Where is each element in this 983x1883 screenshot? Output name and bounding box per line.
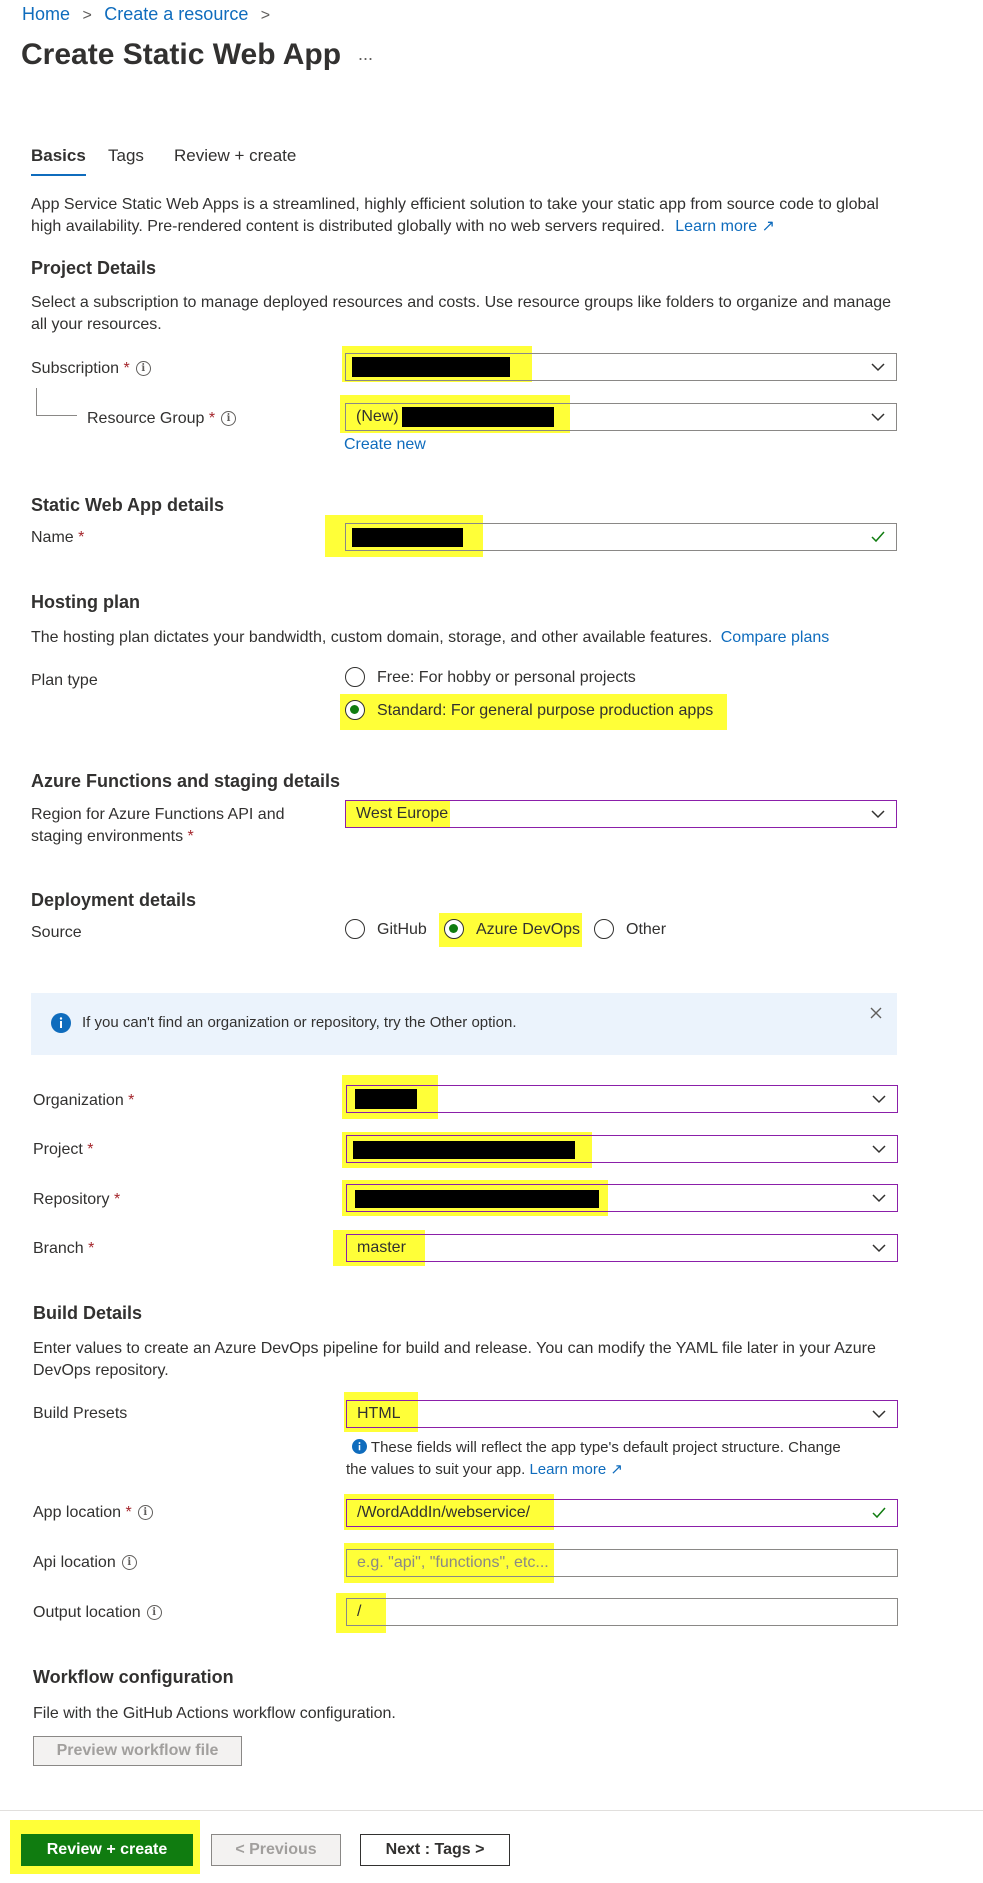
info-icon <box>352 1439 367 1454</box>
resource-group-dropdown[interactable]: (New) <box>345 403 897 431</box>
build-details-description: Enter values to create an Azure DevOps p… <box>33 1340 876 1379</box>
page-title: Create Static Web App <box>21 38 342 71</box>
breadcrumb-separator: > <box>260 7 271 24</box>
build-note: These fields will reflect the app type's… <box>346 1439 841 1478</box>
info-banner: If you can't find an organization or rep… <box>31 993 897 1055</box>
plan-free-radio[interactable] <box>345 667 365 687</box>
redacted-value <box>352 528 463 547</box>
previous-button[interactable]: < Previous <box>211 1834 341 1866</box>
redacted-value <box>352 357 510 377</box>
source-other-label[interactable]: Other <box>626 921 666 939</box>
learn-more-link[interactable]: Learn more ↗ <box>529 1461 622 1478</box>
output-location-label: Output location i <box>33 1604 162 1622</box>
chevron-down-icon <box>871 363 885 372</box>
check-icon <box>872 1507 886 1519</box>
workflow-heading: Workflow configuration <box>33 1667 234 1687</box>
project-dropdown[interactable] <box>346 1135 898 1163</box>
compare-plans-link[interactable]: Compare plans <box>721 629 830 646</box>
api-location-input[interactable]: e.g. "api", "functions", etc... <box>346 1549 898 1577</box>
preview-workflow-button[interactable]: Preview workflow file <box>33 1736 242 1766</box>
breadcrumb-separator: > <box>82 7 92 24</box>
name-label: Name * <box>31 529 85 546</box>
chevron-down-icon <box>872 1410 886 1419</box>
workflow-description: File with the GitHub Actions workflow co… <box>33 1705 396 1722</box>
breadcrumb-create-resource[interactable]: Create a resource <box>104 4 248 24</box>
app-location-label: App location * i <box>33 1504 153 1522</box>
chevron-down-icon <box>872 1244 886 1253</box>
source-azure-devops-radio[interactable] <box>444 919 464 939</box>
project-details-description: Select a subscription to manage deployed… <box>31 294 892 333</box>
api-location-label: Api location i <box>33 1554 137 1572</box>
footer-divider <box>0 1810 983 1811</box>
chevron-down-icon <box>871 810 885 819</box>
tree-connector <box>36 388 77 416</box>
info-icon[interactable]: i <box>135 361 151 377</box>
tab-review-create[interactable]: Review + create <box>174 146 296 166</box>
deployment-heading: Deployment details <box>31 890 197 910</box>
info-icon <box>51 1013 71 1033</box>
info-icon[interactable]: i <box>221 411 237 427</box>
info-banner-text: If you can't find an organization or rep… <box>82 1014 517 1031</box>
chevron-down-icon <box>871 413 885 422</box>
region-dropdown[interactable]: West Europe <box>345 800 897 828</box>
chevron-down-icon <box>872 1194 886 1203</box>
tab-tags[interactable]: Tags <box>108 146 144 166</box>
redacted-value <box>355 1089 417 1109</box>
plan-standard-label[interactable]: Standard: For general purpose production… <box>377 702 713 720</box>
breadcrumb: Home > Create a resource > <box>22 4 270 25</box>
create-new-link[interactable]: Create new <box>344 436 426 454</box>
plan-type-label: Plan type <box>31 672 98 689</box>
more-options-button[interactable]: ... <box>358 44 373 65</box>
name-input[interactable] <box>345 523 897 551</box>
tab-basics[interactable]: Basics <box>31 146 86 176</box>
redacted-value <box>355 1190 599 1208</box>
source-github-radio[interactable] <box>345 919 365 939</box>
source-github-label[interactable]: GitHub <box>377 921 427 939</box>
redacted-value <box>402 407 554 427</box>
intro-text: App Service Static Web Apps is a streaml… <box>31 196 879 235</box>
chevron-down-icon <box>872 1095 886 1104</box>
external-link-icon: ↗ <box>610 1461 623 1478</box>
close-icon[interactable] <box>870 1007 882 1019</box>
learn-more-link[interactable]: Learn more ↗ <box>675 218 775 235</box>
functions-heading: Azure Functions and staging details <box>31 771 341 791</box>
redacted-value <box>353 1141 575 1159</box>
build-presets-label: Build Presets <box>33 1405 128 1422</box>
build-details-heading: Build Details <box>33 1303 143 1323</box>
plan-standard-radio[interactable] <box>345 700 365 720</box>
info-icon[interactable]: i <box>121 1555 137 1571</box>
build-presets-dropdown[interactable]: HTML <box>346 1400 898 1428</box>
check-icon <box>871 531 885 543</box>
subscription-dropdown[interactable] <box>345 353 897 381</box>
info-icon[interactable]: i <box>137 1505 153 1521</box>
external-link-icon: ↗ <box>761 218 775 235</box>
repository-dropdown[interactable] <box>346 1184 898 1212</box>
resource-group-label: Resource Group * i <box>87 410 237 428</box>
output-location-input[interactable]: / <box>346 1598 898 1626</box>
next-tags-button[interactable]: Next : Tags > <box>360 1834 510 1866</box>
breadcrumb-home[interactable]: Home <box>22 4 70 24</box>
source-azure-devops-label[interactable]: Azure DevOps <box>476 921 580 939</box>
review-create-button[interactable]: Review + create <box>21 1834 193 1866</box>
source-other-radio[interactable] <box>594 919 614 939</box>
info-icon[interactable]: i <box>146 1605 162 1621</box>
hosting-plan-heading: Hosting plan <box>31 592 140 612</box>
source-label: Source <box>31 924 82 941</box>
branch-dropdown[interactable]: master <box>346 1234 898 1262</box>
branch-label: Branch * <box>33 1240 95 1257</box>
region-label: Region for Azure Functions API and stagi… <box>31 806 285 845</box>
subscription-label: Subscription * i <box>31 360 151 378</box>
organization-label: Organization * <box>33 1092 135 1109</box>
project-label: Project * <box>33 1141 94 1158</box>
project-details-heading: Project Details <box>31 258 157 278</box>
organization-dropdown[interactable] <box>346 1085 898 1113</box>
repository-label: Repository * <box>33 1191 121 1208</box>
hosting-plan-description: The hosting plan dictates your bandwidth… <box>31 629 830 646</box>
plan-free-label[interactable]: Free: For hobby or personal projects <box>377 669 636 687</box>
app-details-heading: Static Web App details <box>31 495 225 515</box>
app-location-input[interactable]: /WordAddIn/webservice/ <box>346 1499 898 1527</box>
chevron-down-icon <box>872 1145 886 1154</box>
